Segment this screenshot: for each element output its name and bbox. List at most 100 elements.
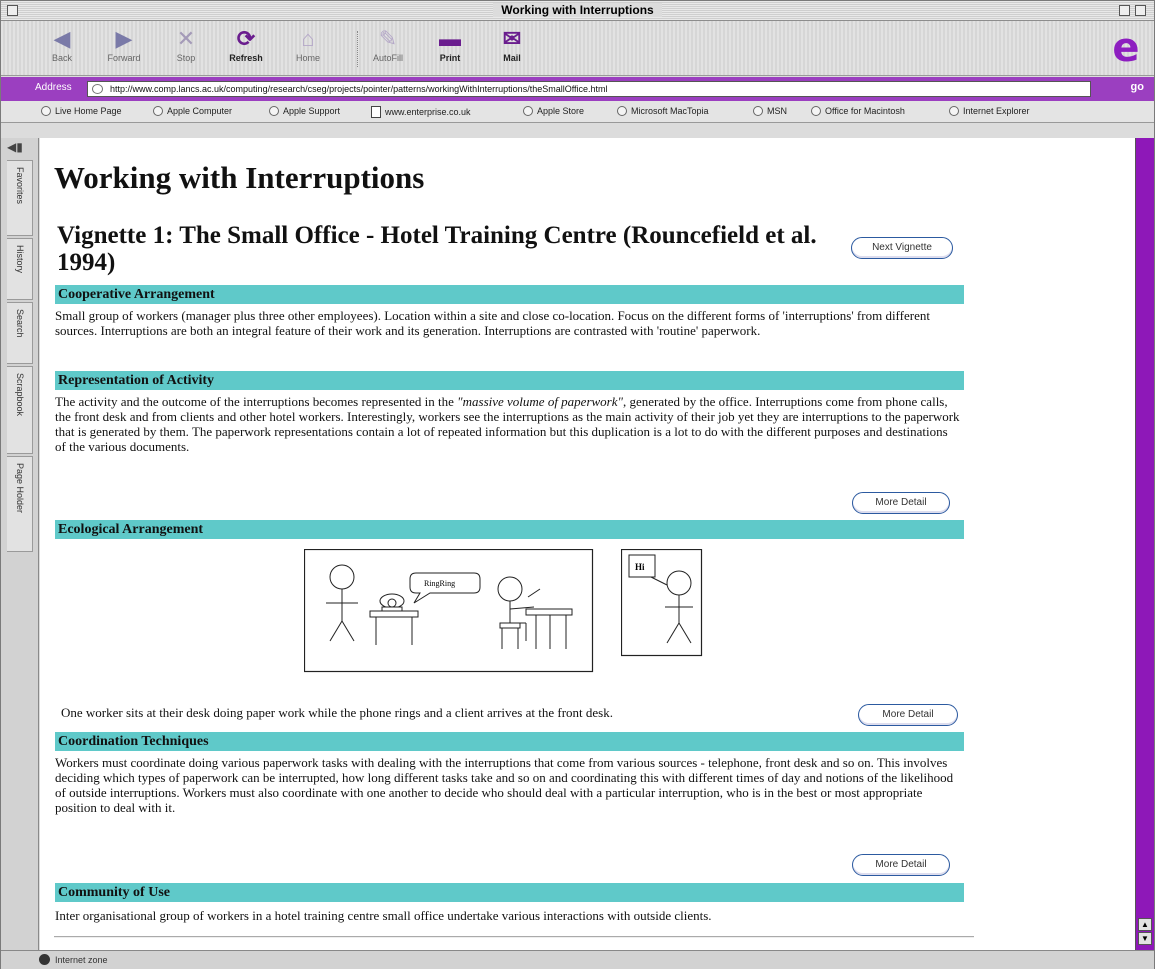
bubble-text-ring: RingRing xyxy=(424,579,455,588)
go-label: go xyxy=(1130,81,1144,93)
mail-label: Mail xyxy=(503,53,521,63)
favorite-internet-explorer[interactable]: Internet Explorer xyxy=(949,106,1030,116)
print-label: Print xyxy=(439,53,461,63)
address-bar: Address http://www.comp.lancs.ac.uk/comp… xyxy=(1,77,1154,101)
office-illustration: RingRing xyxy=(304,549,594,673)
zoom-box[interactable] xyxy=(1119,5,1130,16)
front-desk-illustration: Hi xyxy=(621,549,703,657)
favorite-apple-computer[interactable]: Apple Computer xyxy=(153,106,232,116)
representation-text-start: The activity and the outcome of the inte… xyxy=(55,394,458,409)
refresh-label: Refresh xyxy=(229,53,263,63)
mail-icon: ✉ xyxy=(502,26,522,51)
status-bar: Internet zone xyxy=(1,950,1154,969)
vertical-scrollbar[interactable]: ▲ ▼ xyxy=(1135,138,1154,950)
more-detail-button-representation[interactable]: More Detail xyxy=(852,492,950,514)
next-vignette-label: Next Vignette xyxy=(872,242,932,253)
status-text: Internet zone xyxy=(55,955,108,965)
ie-logo-icon: e xyxy=(1112,25,1140,71)
title-bar[interactable]: Working with Interruptions xyxy=(1,1,1154,21)
print-icon: ▬ xyxy=(439,26,461,51)
representation-emphasis: "massive volume of paperwork" xyxy=(457,394,623,409)
site-icon xyxy=(41,106,51,116)
chair-seat xyxy=(499,622,521,629)
collapse-box[interactable] xyxy=(1135,5,1146,16)
back-button[interactable]: ◀ Back xyxy=(37,25,87,63)
favorite-msn[interactable]: MSN xyxy=(753,106,787,116)
content-divider xyxy=(54,936,974,938)
section-text-coordination: Workers must coordinate doing various pa… xyxy=(55,755,954,815)
home-label: Home xyxy=(295,53,320,63)
tab-label: History xyxy=(15,245,25,274)
tab-label: Favorites xyxy=(15,167,25,205)
browser-window: Working with Interruptions ◀ Back ▶ Forw… xyxy=(0,0,1155,969)
site-icon xyxy=(269,106,279,116)
refresh-button[interactable]: ⟳ Refresh xyxy=(221,25,271,63)
tab-label: Page Holder xyxy=(15,463,25,514)
favorite-label: Internet Explorer xyxy=(963,106,1030,116)
favorite-apple-store[interactable]: Apple Store xyxy=(523,106,584,116)
window-title: Working with Interruptions xyxy=(1,3,1154,17)
tab-favorites[interactable]: Favorites xyxy=(7,160,33,236)
tab-scrapbook[interactable]: Scrapbook xyxy=(7,366,33,454)
page-content: Working with Interruptions Vignette 1: T… xyxy=(40,138,1135,950)
front-desk xyxy=(369,610,419,618)
refresh-icon: ⟳ xyxy=(236,26,256,51)
section-heading-cooperative: Cooperative Arrangement xyxy=(55,285,964,304)
favorite-apple-support[interactable]: Apple Support xyxy=(269,106,340,116)
favorite-label: Live Home Page xyxy=(55,106,122,116)
more-detail-label: More Detail xyxy=(882,709,934,720)
work-desk xyxy=(525,608,573,616)
globe-icon xyxy=(39,954,50,965)
vignette-title: Vignette 1: The Small Office - Hotel Tra… xyxy=(57,222,817,276)
section-text-representation: The activity and the outcome of the inte… xyxy=(55,394,960,454)
favorite-label: Microsoft MacTopia xyxy=(631,106,709,116)
mail-button[interactable]: ✉ Mail xyxy=(487,25,537,63)
favorite-live-home-page[interactable]: Live Home Page xyxy=(41,106,122,116)
home-button[interactable]: ⌂ Home xyxy=(283,25,333,63)
back-label: Back xyxy=(51,53,72,63)
page-title: Working with Interruptions xyxy=(54,160,425,195)
favorite-enterprise[interactable]: www.enterprise.co.uk xyxy=(371,106,471,118)
print-button[interactable]: ▬ Print xyxy=(425,25,475,63)
toolbar-separator xyxy=(357,31,358,67)
site-icon xyxy=(523,106,533,116)
next-vignette-button[interactable]: Next Vignette xyxy=(851,237,953,259)
go-button[interactable]: go xyxy=(1104,81,1148,97)
more-detail-button-ecological[interactable]: More Detail xyxy=(858,704,958,726)
forward-button[interactable]: ▶ Forward xyxy=(99,25,149,63)
stop-button[interactable]: ✕ Stop xyxy=(161,25,211,63)
favorite-label: www.enterprise.co.uk xyxy=(385,107,471,117)
site-icon xyxy=(811,106,821,116)
more-detail-button-coordination[interactable]: More Detail xyxy=(852,854,950,876)
tab-search[interactable]: Search xyxy=(7,302,33,364)
favorite-office-for-macintosh[interactable]: Office for Macintosh xyxy=(811,106,905,116)
home-icon: ⌂ xyxy=(301,26,315,51)
favorite-label: Office for Macintosh xyxy=(825,106,905,116)
document-icon xyxy=(371,106,381,118)
section-heading-coordination: Coordination Techniques xyxy=(55,732,964,751)
favorite-label: MSN xyxy=(767,106,787,116)
collapse-sidebar-icon[interactable]: ◀▮ xyxy=(7,140,23,154)
favorites-bar: Live Home Page Apple Computer Apple Supp… xyxy=(1,101,1154,123)
section-heading-representation: Representation of Activity xyxy=(55,371,964,390)
stop-icon: ✕ xyxy=(176,26,196,51)
site-icon xyxy=(617,106,627,116)
autofill-icon: ✎ xyxy=(378,26,398,51)
scroll-down-arrow-icon[interactable]: ▼ xyxy=(1138,932,1152,945)
scroll-up-arrow-icon[interactable]: ▲ xyxy=(1138,918,1152,931)
forward-label: Forward xyxy=(107,53,141,63)
illustration-caption: One worker sits at their desk doing pape… xyxy=(61,705,613,720)
favorite-microsoft-mactopia[interactable]: Microsoft MacTopia xyxy=(617,106,709,116)
site-icon xyxy=(153,106,163,116)
tab-history[interactable]: History xyxy=(7,238,33,300)
favorite-label: Apple Computer xyxy=(167,106,233,116)
explorer-bar-tabs: ◀▮ Favorites History Search Scrapbook Pa… xyxy=(1,138,39,950)
section-heading-ecological: Ecological Arrangement xyxy=(55,520,964,539)
address-field[interactable]: http://www.comp.lancs.ac.uk/computing/re… xyxy=(87,81,1091,97)
stop-label: Stop xyxy=(176,53,196,63)
favorite-label: Apple Support xyxy=(283,106,341,116)
bubble-text-hi: Hi xyxy=(635,562,645,572)
tab-label: Search xyxy=(15,309,25,338)
tab-page-holder[interactable]: Page Holder xyxy=(7,456,33,552)
autofill-button[interactable]: ✎ AutoFill xyxy=(363,25,413,63)
